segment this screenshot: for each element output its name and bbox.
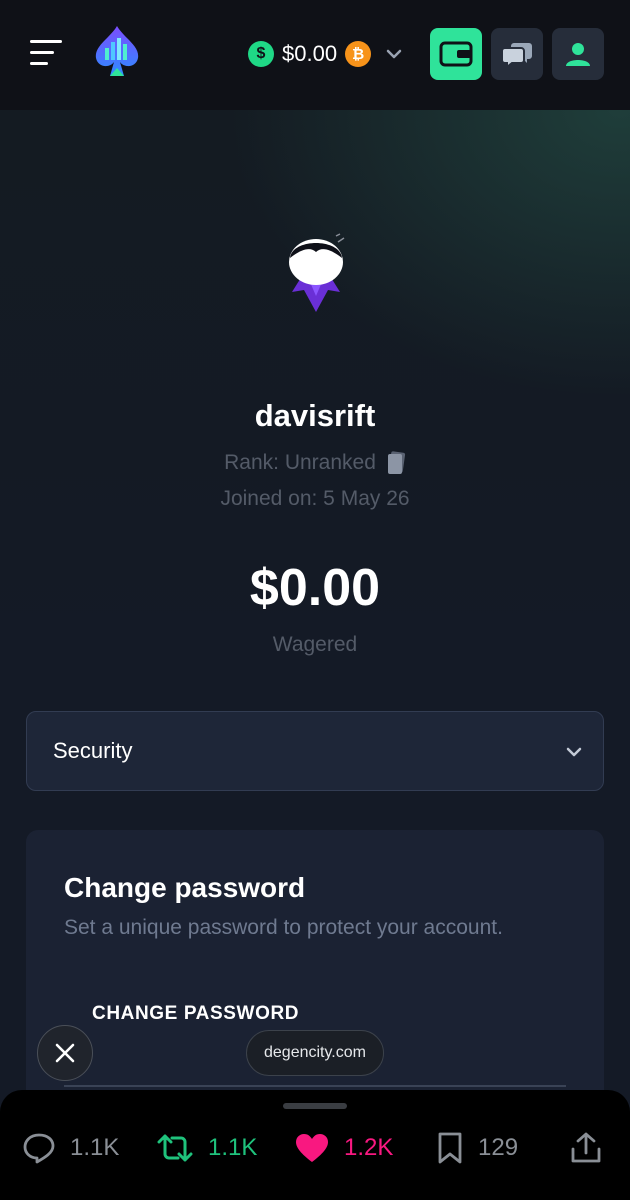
- sheet-grabber[interactable]: [283, 1103, 347, 1109]
- bookmark-count: 129: [478, 1134, 519, 1161]
- repost-button[interactable]: 1.1K: [156, 1128, 257, 1168]
- repost-count: 1.1K: [208, 1134, 258, 1161]
- bitcoin-icon: ₿: [345, 41, 372, 67]
- wallet-icon: [439, 41, 473, 67]
- avatar: [282, 232, 350, 316]
- usd-coin-icon: $: [248, 41, 274, 67]
- close-browser-button[interactable]: [37, 1025, 93, 1081]
- like-button[interactable]: 1.2K: [294, 1128, 393, 1168]
- chevron-down-icon: [566, 747, 582, 757]
- reply-count: 1.1K: [70, 1134, 120, 1161]
- password-input-underline[interactable]: [64, 1085, 566, 1087]
- balance-value: $0.00: [282, 41, 338, 66]
- wagered-amount: $0.00: [249, 559, 381, 617]
- chat-button[interactable]: [491, 28, 543, 80]
- chat-bubbles-icon: [501, 43, 532, 68]
- rank-text: Rank: Unranked: [224, 451, 376, 474]
- share-icon: [571, 1132, 601, 1163]
- selected-section-label: Security: [53, 738, 133, 763]
- reply-bubble-icon: [23, 1133, 55, 1164]
- username: davisrift: [254, 398, 376, 433]
- share-button[interactable]: [570, 1128, 602, 1168]
- user-icon: [566, 43, 590, 66]
- url-domain-pill[interactable]: degencity.com: [246, 1030, 384, 1076]
- post-action-bar: 1.1K 1.1K 1.2K 129: [0, 1090, 630, 1200]
- top-navigation-bar: $ $0.00 ₿: [0, 0, 630, 110]
- card-title: Change password: [64, 872, 306, 903]
- balance-selector[interactable]: $ $0.00 ₿: [248, 38, 403, 70]
- rank-row: Rank: Unranked: [0, 451, 630, 475]
- wallet-button[interactable]: [430, 28, 482, 80]
- card-stack-icon: [387, 451, 405, 474]
- hamburger-menu-icon[interactable]: [30, 40, 64, 68]
- spade-city-logo-icon[interactable]: [92, 24, 142, 80]
- reply-button[interactable]: 1.1K: [22, 1128, 119, 1168]
- card-subtitle: Set a unique password to protect your ac…: [64, 916, 503, 939]
- chevron-down-icon: [386, 49, 402, 59]
- change-password-field-label: CHANGE PASSWORD: [92, 1003, 300, 1024]
- bookmark-icon: [438, 1132, 462, 1164]
- settings-section-dropdown[interactable]: Security: [26, 711, 604, 791]
- wagered-label: Wagered: [272, 633, 358, 656]
- bookmark-button[interactable]: 129: [436, 1128, 518, 1168]
- profile-button[interactable]: [552, 28, 604, 80]
- close-icon: [55, 1043, 75, 1063]
- joined-date: Joined on: 5 May 26: [220, 487, 410, 510]
- repost-icon: [157, 1134, 193, 1162]
- heart-icon: [296, 1134, 328, 1162]
- like-count: 1.2K: [344, 1134, 394, 1161]
